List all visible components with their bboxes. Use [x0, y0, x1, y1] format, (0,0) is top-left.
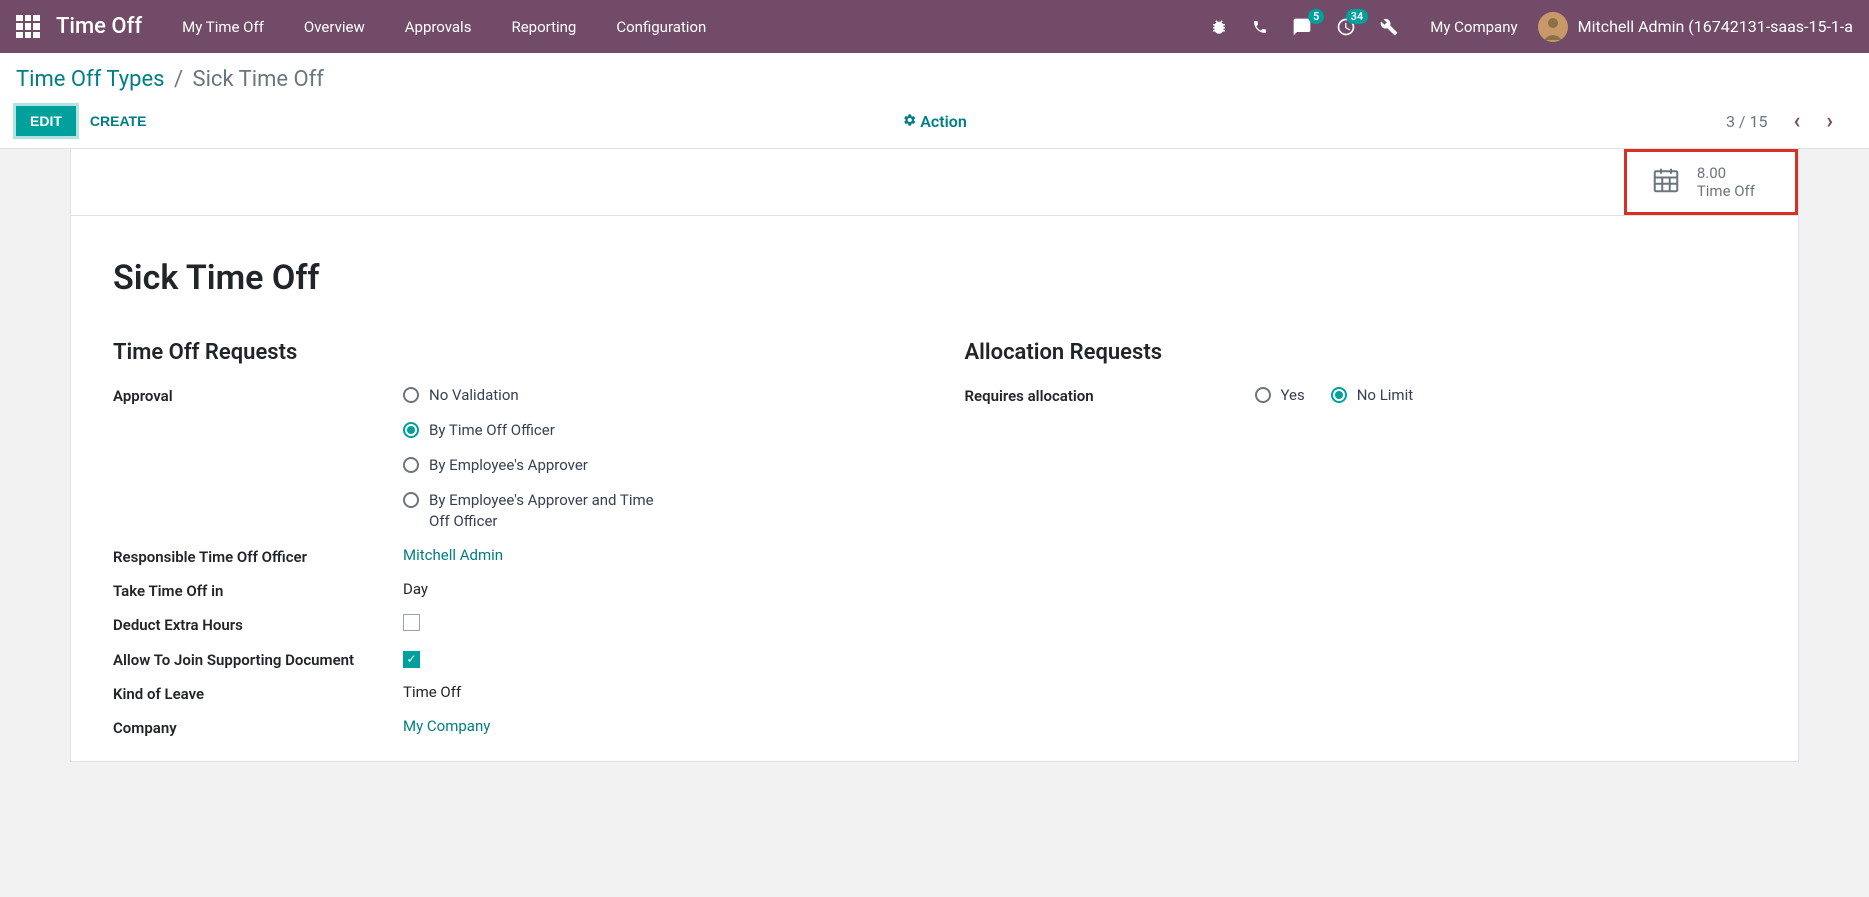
pager-next[interactable]: › — [1826, 109, 1833, 134]
pager: 3 / 15 ‹ › — [1726, 109, 1853, 134]
tools-icon[interactable] — [1380, 18, 1398, 36]
apps-icon[interactable] — [16, 15, 40, 39]
radio-yes[interactable]: Yes — [1255, 385, 1305, 406]
column-time-off-requests: Time Off Requests Approval No Validation… — [113, 340, 905, 751]
radio-icon — [403, 422, 419, 438]
nav-approvals[interactable]: Approvals — [405, 18, 472, 36]
value-take-in: Day — [403, 580, 428, 598]
calendar-icon — [1651, 165, 1681, 199]
record-title: Sick Time Off — [113, 258, 1756, 298]
approval-radio-group: No Validation By Time Off Officer By Emp… — [403, 385, 663, 532]
action-menu[interactable]: Action — [902, 112, 967, 131]
stat-time-off-button[interactable]: 8.00 Time Off — [1624, 149, 1798, 215]
nav-overview[interactable]: Overview — [304, 18, 365, 36]
nav-reporting[interactable]: Reporting — [511, 18, 576, 36]
radio-no-limit[interactable]: No Limit — [1331, 385, 1413, 406]
avatar — [1538, 12, 1568, 42]
navbar: Time Off My Time Off Overview Approvals … — [0, 0, 1869, 53]
radio-icon — [403, 387, 419, 403]
phone-icon[interactable] — [1252, 19, 1268, 35]
nav-configuration[interactable]: Configuration — [616, 18, 706, 36]
radio-no-validation[interactable]: No Validation — [403, 385, 663, 406]
messages-badge: 5 — [1308, 9, 1324, 24]
app-title[interactable]: Time Off — [56, 14, 142, 39]
form-sheet: 8.00 Time Off Sick Time Off Time Off Req… — [70, 149, 1799, 762]
stat-label: Time Off — [1697, 182, 1755, 200]
activities-badge: 34 — [1346, 9, 1369, 24]
action-label: Action — [920, 112, 967, 131]
create-button[interactable]: CREATE — [90, 106, 147, 136]
label-responsible: Responsible Time Off Officer — [113, 546, 403, 566]
checkbox-allow-doc[interactable]: ✓ — [403, 651, 420, 668]
column-allocation-requests: Allocation Requests Requires allocation … — [965, 340, 1757, 751]
label-approval: Approval — [113, 385, 403, 405]
radio-by-officer[interactable]: By Time Off Officer — [403, 420, 663, 441]
radio-icon — [1331, 387, 1347, 403]
section-title-allocation: Allocation Requests — [965, 340, 1757, 365]
bug-icon[interactable] — [1210, 18, 1228, 36]
nav-my-time-off[interactable]: My Time Off — [182, 18, 264, 36]
edit-button[interactable]: EDIT — [16, 106, 76, 136]
breadcrumb-current: Sick Time Off — [193, 67, 324, 92]
label-deduct: Deduct Extra Hours — [113, 614, 403, 634]
radio-icon — [403, 492, 419, 508]
label-requires: Requires allocation — [965, 385, 1255, 405]
pager-value[interactable]: 3 / 15 — [1726, 112, 1768, 131]
pager-prev[interactable]: ‹ — [1793, 109, 1800, 134]
value-company[interactable]: My Company — [403, 717, 490, 735]
user-menu[interactable]: Mitchell Admin (16742131-saas-15-1-a — [1538, 12, 1853, 42]
requires-radio-group: Yes No Limit — [1255, 385, 1414, 406]
control-panel: Time Off Types / Sick Time Off EDIT CREA… — [0, 53, 1869, 149]
radio-icon — [1255, 387, 1271, 403]
label-company: Company — [113, 717, 403, 737]
value-responsible[interactable]: Mitchell Admin — [403, 546, 503, 564]
radio-by-approver-and-officer[interactable]: By Employee's Approver and Time Off Offi… — [403, 490, 663, 532]
radio-by-approver[interactable]: By Employee's Approver — [403, 455, 663, 476]
breadcrumb-parent[interactable]: Time Off Types — [16, 67, 165, 92]
messages-icon[interactable]: 5 — [1292, 17, 1312, 37]
label-kind: Kind of Leave — [113, 683, 403, 703]
gear-icon — [902, 112, 916, 131]
radio-icon — [403, 457, 419, 473]
checkbox-deduct[interactable] — [403, 614, 420, 631]
stat-bar: 8.00 Time Off — [71, 149, 1798, 216]
user-name: Mitchell Admin (16742131-saas-15-1-a — [1578, 17, 1853, 36]
company-switcher[interactable]: My Company — [1430, 18, 1517, 36]
section-title-requests: Time Off Requests — [113, 340, 905, 365]
label-allow-doc: Allow To Join Supporting Document — [113, 649, 403, 669]
value-kind: Time Off — [403, 683, 461, 701]
stat-value: 8.00 — [1697, 164, 1755, 182]
label-take-in: Take Time Off in — [113, 580, 403, 600]
breadcrumb: Time Off Types / Sick Time Off — [16, 67, 1853, 92]
activities-icon[interactable]: 34 — [1336, 17, 1356, 37]
